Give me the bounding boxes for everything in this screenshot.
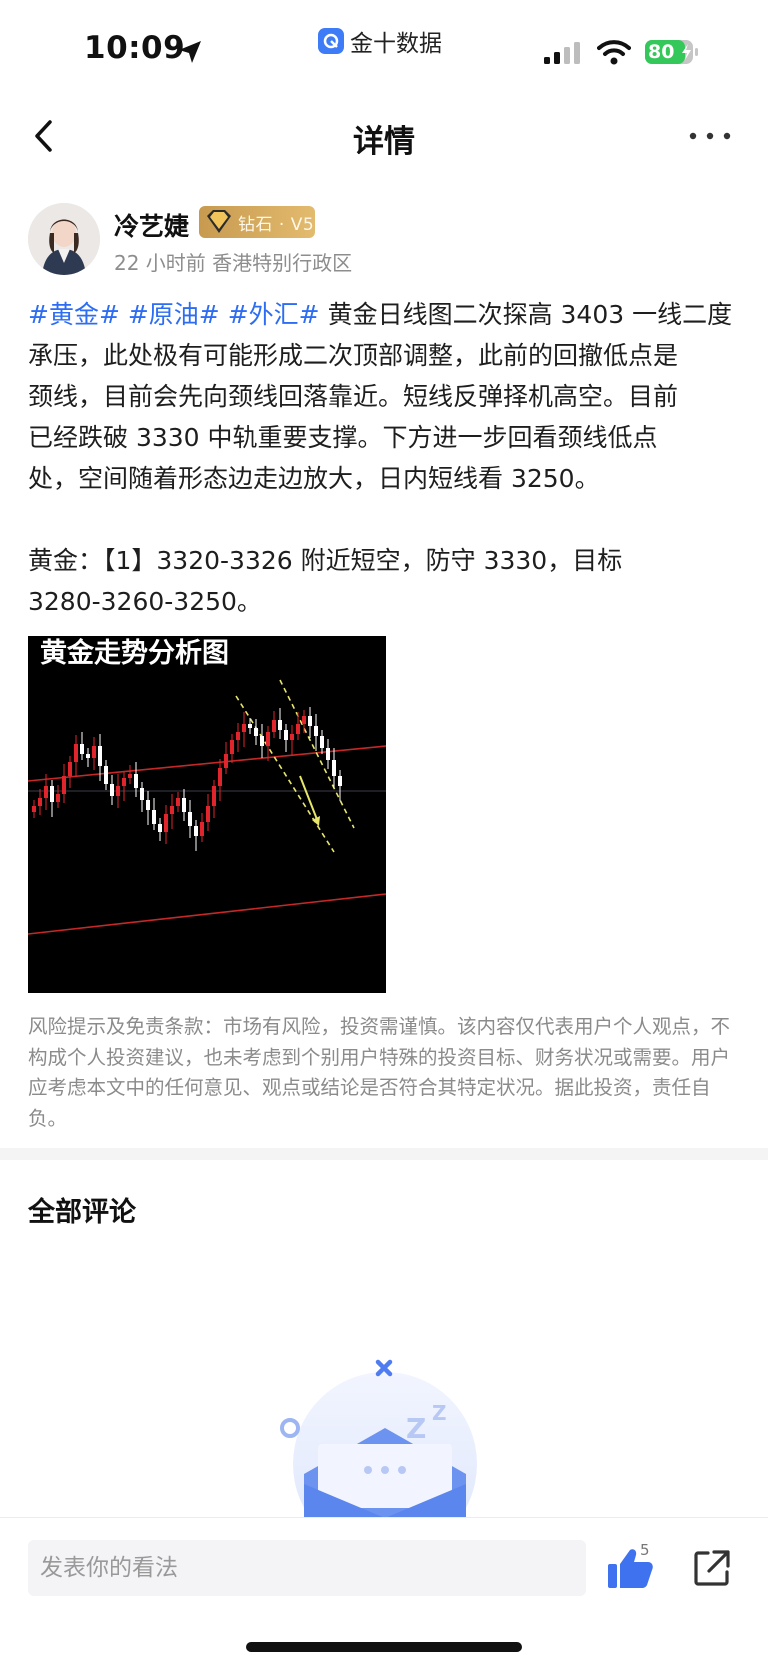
candle-body	[284, 730, 288, 740]
share-external-icon[interactable]	[692, 1548, 732, 1588]
candle-body	[176, 798, 180, 806]
cellular-signal-icon	[544, 42, 580, 64]
candle-body	[170, 806, 174, 814]
trade-plan-line: 黄金：【1】3320-3326 附近短空，防守 3330，目标	[28, 546, 623, 575]
author-name[interactable]: 冷艺婕	[114, 207, 189, 243]
candle-body	[320, 736, 324, 748]
location-arrow-icon	[179, 41, 201, 63]
channel-line-lower	[235, 695, 335, 853]
candle-body	[158, 824, 162, 832]
section-divider	[0, 1148, 768, 1160]
candle-body	[152, 810, 156, 824]
candle-body	[92, 746, 96, 758]
candle-body	[302, 716, 306, 724]
candle-body	[194, 826, 198, 836]
candle-body	[332, 760, 336, 776]
avatar[interactable]	[28, 203, 100, 275]
svg-text:Z: Z	[432, 1401, 447, 1425]
candle-body	[80, 744, 84, 754]
candle-body	[56, 794, 60, 802]
post-line: 承压，此处极有可能形成二次顶部调整，此前的回撤低点是	[28, 341, 679, 370]
candle-body	[110, 784, 114, 796]
candle-body	[224, 754, 228, 768]
candle-body	[266, 732, 270, 746]
candle-body	[218, 768, 222, 786]
battery-level: 80	[648, 41, 675, 63]
candle-body	[326, 748, 330, 760]
diamond-icon	[207, 210, 231, 233]
candle-body	[164, 814, 168, 832]
candle-body	[314, 726, 318, 736]
candle-body	[86, 754, 90, 758]
candle-body	[68, 762, 72, 776]
post-meta: 22 小时前 香港特别行政区	[114, 247, 352, 276]
candle-body	[62, 776, 66, 794]
candle-body	[134, 774, 138, 788]
target-arrow	[299, 775, 319, 823]
battery-charging-icon: 80	[644, 38, 700, 66]
candle-body	[206, 806, 210, 822]
candle-body	[146, 800, 150, 810]
candle-body	[38, 798, 42, 806]
level-text: 钻石 · V5	[238, 214, 315, 235]
candle-body	[140, 788, 144, 800]
topic-tag-forex[interactable]: #外汇#	[228, 300, 320, 329]
candle-body	[236, 732, 240, 740]
home-indicator	[246, 1642, 522, 1652]
candle-body	[230, 740, 234, 754]
candle-body	[200, 822, 204, 836]
candle-body	[254, 728, 258, 736]
topic-tag-gold[interactable]: #黄金#	[28, 300, 120, 329]
status-time: 10:09	[84, 30, 186, 66]
page-title: 详情	[353, 124, 415, 160]
candle-body	[308, 716, 312, 726]
trade-plan-line: 3280-3260-3250。	[28, 587, 262, 616]
candle-body	[182, 798, 186, 812]
post-time: 22 小时前	[114, 251, 206, 275]
chart-title: 黄金走势分析图	[40, 637, 229, 669]
candle-body	[74, 744, 78, 762]
candle-body	[188, 812, 192, 826]
candle-body	[290, 734, 294, 740]
like-count: 5	[640, 1541, 650, 1559]
candle-body	[248, 724, 252, 728]
lower-trend-line	[28, 893, 386, 935]
post-line: #黄金# #原油# #外汇# 黄金日线图二次探高 3403 一线二度	[28, 294, 732, 335]
post-line: 已经跌破 3330 中轨重要支撑。下方进一步回看颈线低点	[28, 423, 658, 452]
empty-mailbox-illustration: Z Z	[280, 1359, 477, 1518]
candle-body	[44, 786, 48, 798]
comments-title: 全部评论	[28, 1197, 136, 1228]
post-line: 颈线，目前会先向颈线回落靠近。短线反弹择机高空。目前	[28, 382, 679, 411]
candle-body	[128, 774, 132, 778]
app-name: 金十数据	[350, 31, 442, 57]
candle-body	[338, 776, 342, 786]
candle-body	[32, 806, 36, 812]
wifi-icon	[597, 40, 631, 65]
candle-body	[116, 786, 120, 796]
candle-body	[260, 736, 264, 746]
candle-body	[242, 724, 246, 732]
post-text: 黄金日线图二次探高 3403 一线二度	[319, 300, 733, 329]
candle-body	[212, 786, 216, 806]
candle-body	[50, 786, 54, 802]
candle-body	[272, 720, 276, 732]
back-to-app-indicator[interactable]: 金十数据	[318, 26, 442, 57]
comment-input[interactable]	[28, 1540, 586, 1596]
candle-body	[296, 724, 300, 734]
app-icon	[318, 28, 344, 54]
post-location: 香港特别行政区	[212, 251, 353, 275]
candle-body	[98, 746, 102, 766]
candle-body	[104, 766, 108, 784]
gold-chart-image: 黄金走势分析图	[28, 637, 386, 935]
channel-line-upper	[279, 679, 355, 829]
post-line: 处，空间随着形态边走边放大，日内短线看 3250。	[28, 464, 600, 493]
level-badge: 钻石 · V5	[199, 206, 315, 238]
topic-tag-oil[interactable]: #原油#	[128, 300, 220, 329]
candle-body	[122, 778, 126, 786]
risk-disclaimer: 风险提示及免责条款：市场有风险，投资需谨慎。该内容仅代表用户个人观点，不构成个人…	[28, 1015, 731, 1130]
post-image[interactable]: 黄金走势分析图	[28, 636, 386, 993]
svg-text:Z: Z	[406, 1412, 426, 1445]
more-dots-icon[interactable]	[688, 124, 732, 148]
candle-body	[278, 720, 282, 730]
